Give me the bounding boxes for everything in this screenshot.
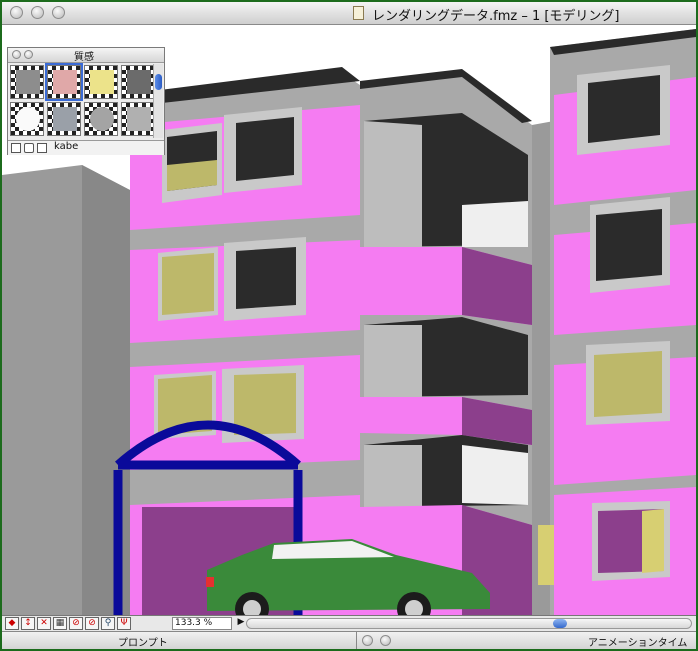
prompt-panel-label: プロンプト — [118, 638, 168, 649]
material-swatch-grid — [10, 63, 156, 137]
window-title: レンダリングデータ.fmz – 1 [モデリング] — [372, 9, 620, 24]
gray-cube-material-icon[interactable] — [121, 102, 155, 136]
zoom-window-button[interactable] — [52, 6, 65, 19]
timeline-close-button[interactable] — [362, 635, 373, 646]
palette-collapse-button[interactable] — [24, 50, 33, 59]
horizontal-scroll-thumb[interactable] — [553, 619, 567, 628]
horizontal-scrollbar[interactable] — [246, 618, 692, 629]
prohibit-icon[interactable]: ⊘ — [69, 617, 83, 630]
window-frames-left — [154, 107, 306, 443]
grid-view-icon[interactable] — [37, 143, 47, 153]
metal-sphere-material-icon[interactable] — [47, 102, 81, 136]
animation-timeline-label: アニメーションタイム — [588, 638, 688, 649]
magnify-icon[interactable]: ⚲ — [101, 617, 115, 630]
prohibit-icon[interactable]: ⊘ — [85, 617, 99, 630]
gray-cube-material-icon[interactable] — [10, 65, 44, 99]
move-vertical-icon[interactable]: ↕ — [21, 617, 35, 630]
panel-divider — [356, 632, 357, 649]
timeline-collapse-button[interactable] — [380, 635, 391, 646]
modeling-window: レンダリングデータ.fmz – 1 [モデリング] 質感 kabe ◆ ↕ ✕ … — [2, 2, 696, 649]
palette-title: 質感 — [74, 52, 94, 63]
grid-icon[interactable]: ▦ — [53, 617, 67, 630]
view-toolbar: ◆ ↕ ✕ ▦ ⊘ ⊘ ⚲ Ψ 133.3 % ▶ — [2, 615, 696, 632]
palette-bottom-bar: kabe — [8, 140, 164, 155]
3d-viewport[interactable]: 質感 kabe — [2, 25, 696, 615]
wireframe-icon[interactable]: ✕ — [37, 617, 51, 630]
pink-cube-material-icon[interactable] — [45, 63, 83, 101]
symmetry-icon[interactable]: Ψ — [117, 617, 131, 630]
palette-close-button[interactable] — [12, 50, 21, 59]
palette-titlebar: 質感 — [8, 48, 164, 63]
close-window-button[interactable] — [10, 6, 23, 19]
minimize-window-button[interactable] — [31, 6, 44, 19]
material-edit-icon[interactable] — [24, 143, 34, 153]
view-mode-icon[interactable]: ◆ — [5, 617, 19, 630]
dark-cube-material-icon[interactable] — [121, 65, 155, 99]
list-view-icon[interactable] — [11, 143, 21, 153]
window-titlebar: レンダリングデータ.fmz – 1 [モデリング] — [2, 2, 696, 25]
gray-sphere-material-icon[interactable] — [84, 102, 118, 136]
palette-scrollbar[interactable] — [153, 64, 163, 138]
white-sphere-material-icon[interactable] — [10, 102, 44, 136]
zoom-level-field[interactable]: 133.3 % — [172, 617, 232, 630]
selected-material-name: kabe — [54, 141, 79, 152]
yellow-cube-material-icon[interactable] — [84, 65, 118, 99]
bottom-panels: プロンプト アニメーションタイム — [2, 631, 696, 649]
material-palette[interactable]: 質感 kabe — [7, 47, 165, 155]
document-icon — [353, 6, 364, 20]
palette-scroll-thumb[interactable] — [155, 74, 162, 90]
